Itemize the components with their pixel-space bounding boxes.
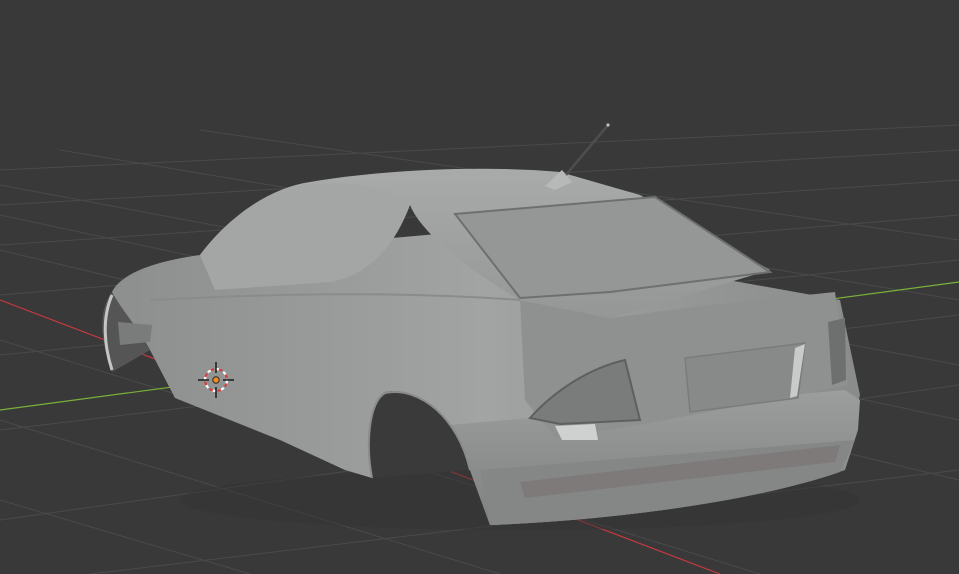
3d-viewport[interactable] xyxy=(0,0,959,574)
car-body-mesh[interactable] xyxy=(102,123,860,530)
antenna xyxy=(559,124,609,183)
object-origin xyxy=(212,376,220,384)
